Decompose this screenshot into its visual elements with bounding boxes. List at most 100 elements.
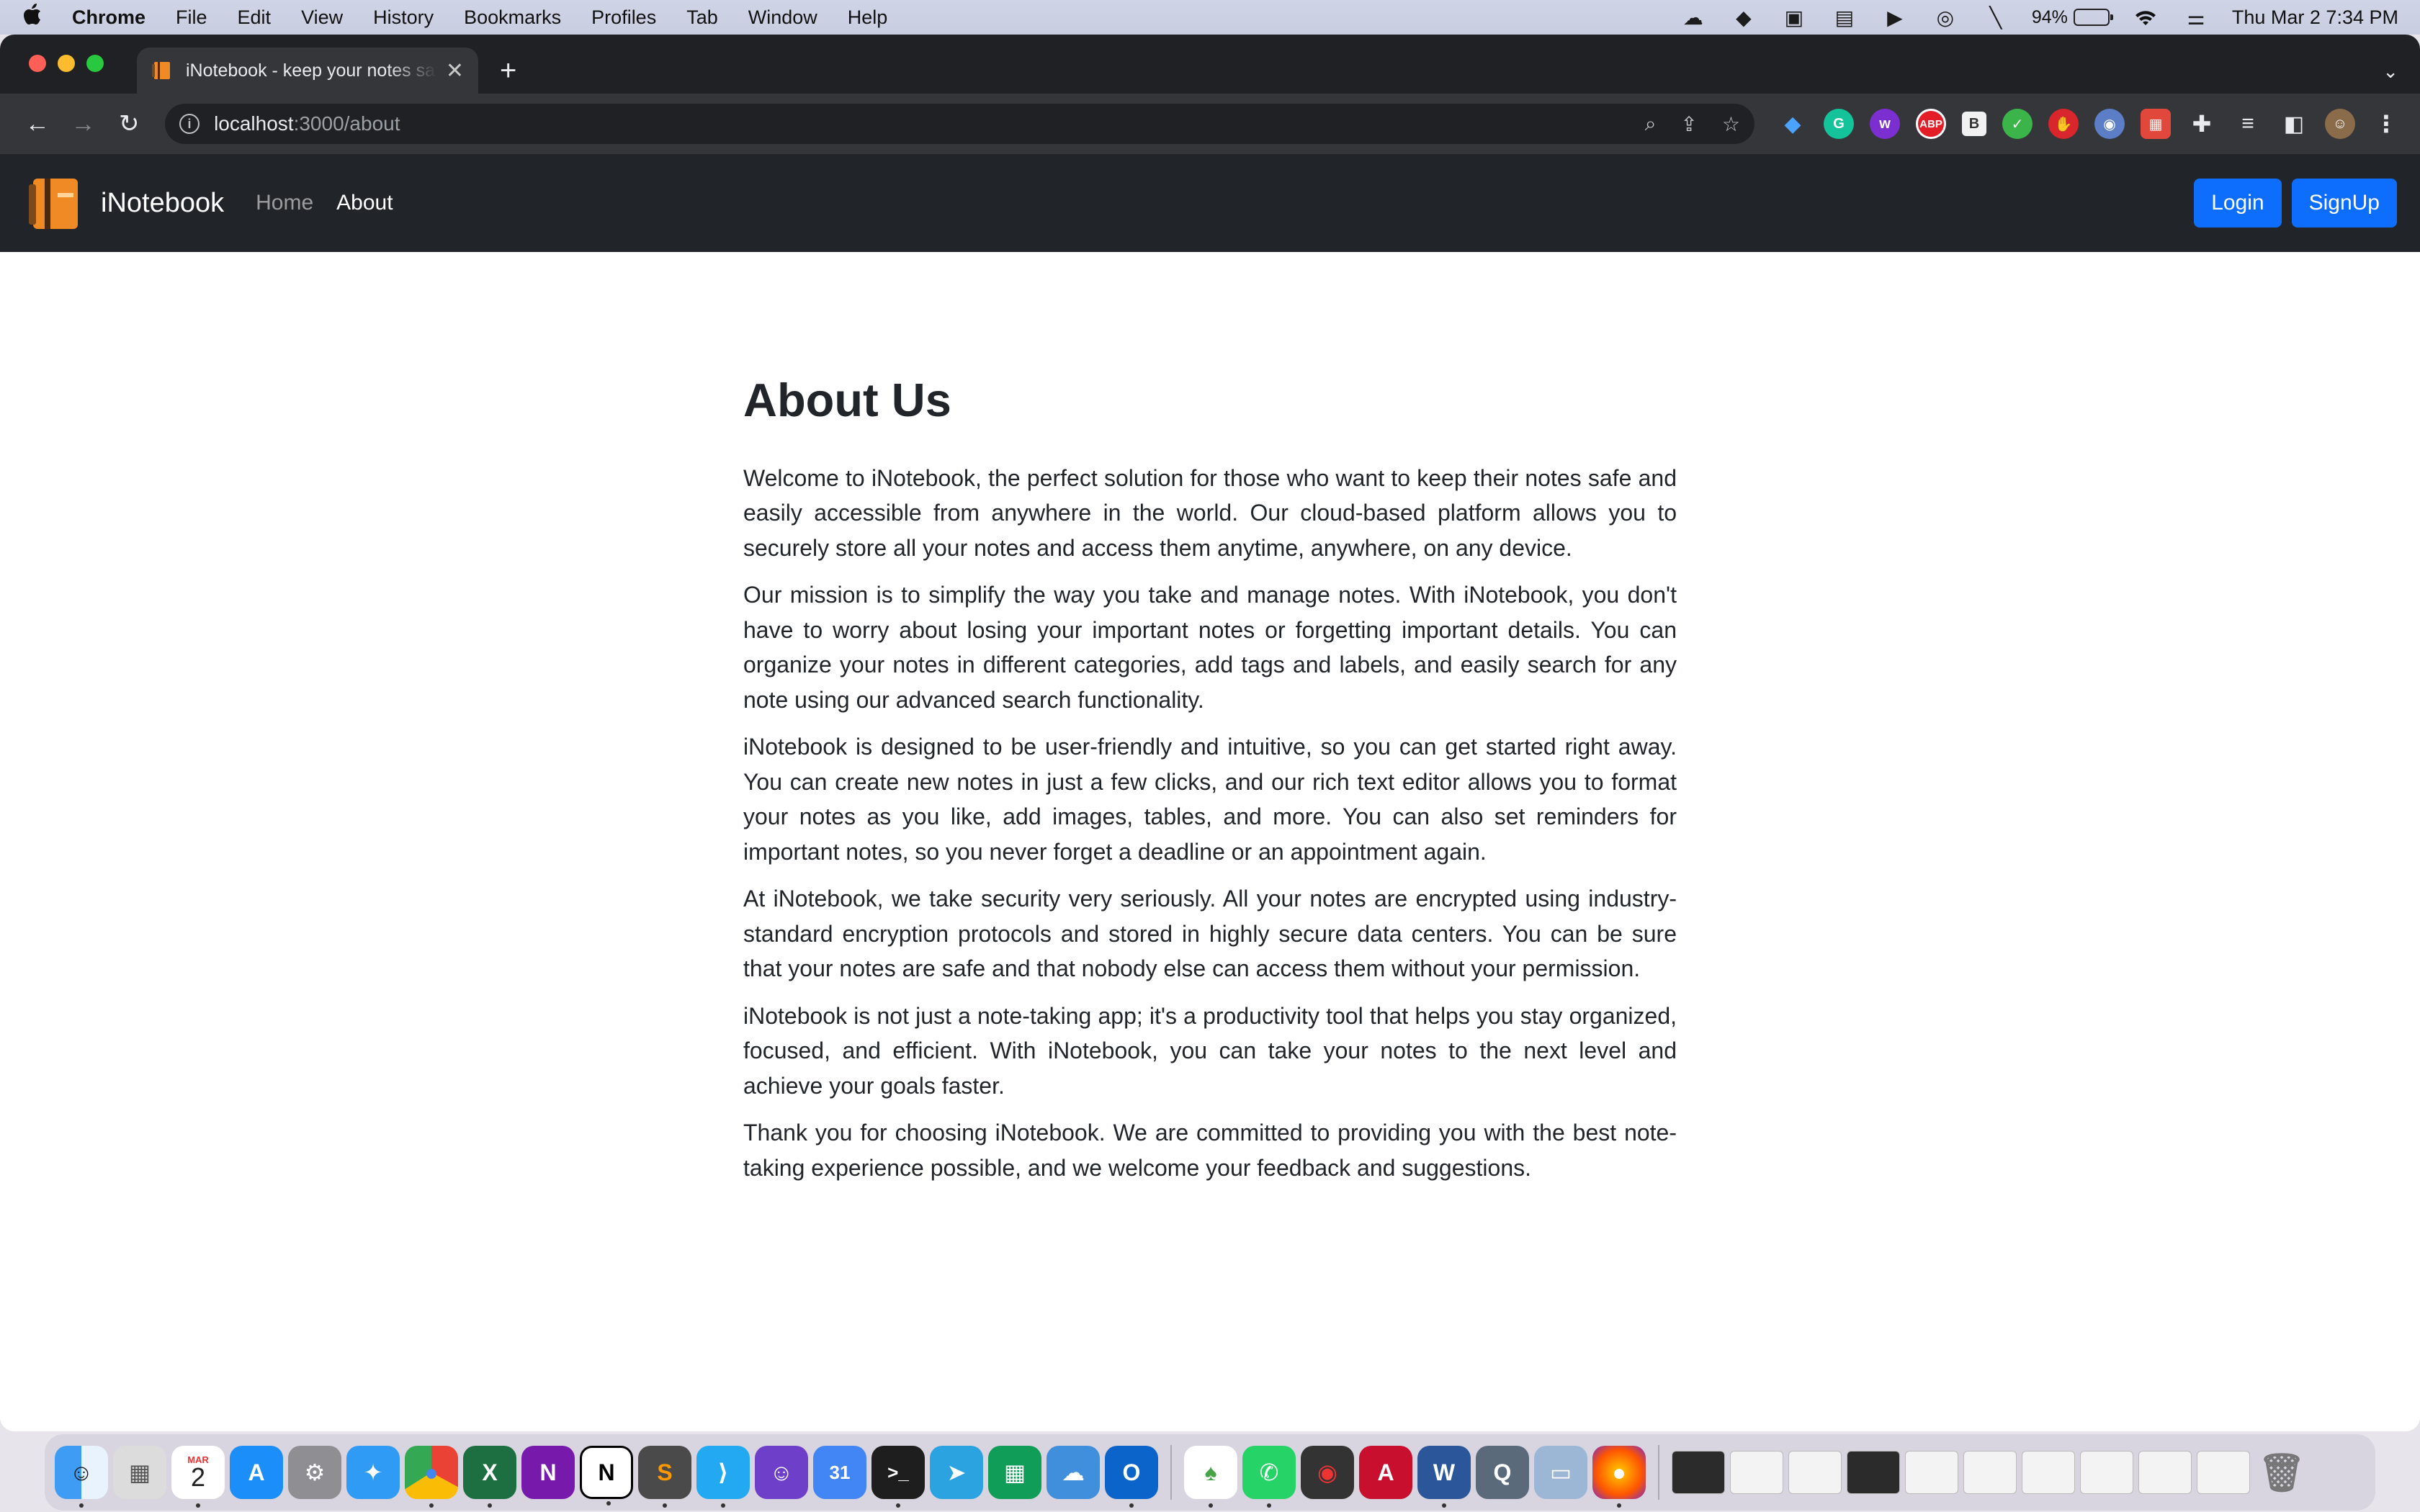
back-arrow-icon[interactable]: ← [19,110,56,138]
menu-help[interactable]: Help [848,6,888,29]
login-button[interactable]: Login [2194,179,2282,228]
tab-active[interactable]: iNotebook - keep your notes safe ✕ [137,48,478,94]
b-extension-icon[interactable]: B [1962,112,1986,136]
menu-file[interactable]: File [176,6,207,29]
menu-bookmarks[interactable]: Bookmarks [464,6,561,29]
forward-arrow-icon[interactable]: → [65,110,102,138]
zoom-window-button[interactable] [86,55,104,72]
pen-icon[interactable]: ╲ [1981,5,2010,30]
airdrop-icon[interactable]: ◎ [1931,5,1960,30]
url-path: :3000/about [293,112,400,135]
tab-close-icon[interactable]: ✕ [446,58,464,84]
zoom-magnifier-icon[interactable]: ⌕ [1645,112,1657,136]
google-sheets-icon[interactable]: ▦ [988,1446,1041,1499]
dropbox-icon[interactable]: ▤ [1830,5,1859,30]
word-icon[interactable]: W [1417,1446,1471,1508]
brand-name[interactable]: iNotebook [101,188,224,219]
nav-link-about[interactable]: About [336,191,393,215]
calendar-icon[interactable]: MAR 2 [171,1446,225,1508]
chrome-icon[interactable]: ● [405,1446,458,1508]
tab-search-chevron-icon[interactable]: ⌄ [2383,60,2398,83]
quicktime-icon[interactable]: Q [1476,1446,1529,1499]
extensions-puzzle-icon[interactable]: ✚ [2187,109,2217,139]
play-icon[interactable]: ▶ [1881,5,1909,30]
side-panel-icon[interactable]: ◧ [2279,109,2309,139]
excel-icon[interactable]: X [463,1446,516,1508]
github-desktop-icon[interactable]: ☺ [755,1446,808,1499]
minimized-window-thumbnail[interactable] [2138,1451,2192,1494]
extensions-area: ◆ G w ABP B ✓ ✋ ◉ ▦ ✚ ≡ ◧ ☺ ⋮ [1778,109,2401,139]
signup-button[interactable]: SignUp [2291,179,2397,228]
new-tab-icon[interactable]: + [500,56,516,85]
whatsapp-icon[interactable]: ✆ [1242,1446,1296,1508]
disk-utility-icon[interactable]: ◉ [1301,1446,1354,1499]
minimized-window-thumbnail[interactable] [2022,1451,2075,1494]
menubar-clock[interactable]: Thu Mar 2 7:34 PM [2232,6,2398,29]
menu-edit[interactable]: Edit [238,6,272,29]
telegram-icon[interactable]: ➤ [930,1446,983,1499]
mongodb-compass-icon[interactable]: ♠ [1184,1446,1237,1508]
bookmark-star-icon[interactable]: ☆ [1722,112,1740,136]
minimized-window-thumbnail[interactable] [1905,1451,1958,1494]
notebook-logo-icon[interactable] [29,174,86,232]
menu-app-name[interactable]: Chrome [72,6,145,29]
share-icon[interactable]: ⇪ [1680,112,1697,136]
minimized-window-thumbnail[interactable] [1672,1451,1725,1494]
minimized-window-thumbnail[interactable] [2197,1451,2250,1494]
launchpad-icon[interactable]: ▦ [113,1446,166,1499]
minimized-window-thumbnail[interactable] [2080,1451,2133,1494]
google-calendar-icon[interactable]: 31 [813,1446,866,1499]
app-store-icon[interactable]: A [230,1446,283,1499]
address-bar[interactable]: i localhost:3000/about ⌕ ⇪ ☆ [165,104,1754,144]
more-menu-icon[interactable]: ⋮ [2371,109,2401,139]
w-extension-icon[interactable]: w [1870,109,1900,139]
menu-tab[interactable]: Tab [686,6,718,29]
site-info-icon[interactable]: i [179,114,200,134]
minimize-window-button[interactable] [58,55,75,72]
hand-extension-icon[interactable]: ✋ [2048,109,2079,139]
firefox-icon[interactable]: ● [1592,1446,1646,1508]
apple-menu-icon[interactable] [22,4,43,31]
auth-buttons: Login SignUp [2194,179,2397,228]
trash-icon[interactable]: 🗑 [2255,1446,2308,1499]
finder-icon[interactable]: ☺ [55,1446,108,1508]
minimized-window-thumbnail[interactable] [1847,1451,1900,1494]
nav-link-home[interactable]: Home [256,191,313,215]
outlook-icon[interactable]: O [1105,1446,1158,1508]
weather-icon[interactable]: ☁ [1047,1446,1100,1499]
creative-cloud-icon[interactable]: ☁ [1679,5,1708,30]
preview-icon[interactable]: ▭ [1534,1446,1587,1499]
minimized-window-thumbnail[interactable] [1730,1451,1783,1494]
reload-icon[interactable]: ↻ [110,109,148,138]
menu-view[interactable]: View [301,6,343,29]
close-window-button[interactable] [29,55,46,72]
menu-window[interactable]: Window [748,6,817,29]
minimized-window-thumbnail[interactable] [1788,1451,1842,1494]
terminal-icon[interactable]: >_ [871,1446,925,1508]
adblock-extension-icon[interactable]: ABP [1916,109,1946,139]
screen-capture-icon[interactable]: ▣ [1780,5,1809,30]
vscode-icon[interactable]: ⟩ [696,1446,750,1508]
grammarly-extension-icon[interactable]: G [1824,109,1854,139]
minimized-window-thumbnail[interactable] [1963,1451,2017,1494]
battery-status[interactable]: 94% [2032,7,2113,28]
app-status-icon[interactable]: ◆ [1729,5,1758,30]
gem-extension-icon[interactable]: ◆ [1778,109,1808,139]
wifi-icon[interactable] [2131,5,2160,30]
control-center-icon[interactable]: ⚌ [2182,5,2210,30]
eye-extension-icon[interactable]: ◉ [2094,109,2125,139]
puzzle-app-extension-icon[interactable]: ▦ [2141,109,2171,139]
media-queue-icon[interactable]: ≡ [2233,109,2263,139]
url-host: localhost [214,112,294,135]
notion-icon[interactable]: N [580,1446,633,1506]
menu-history[interactable]: History [373,6,434,29]
system-settings-icon[interactable]: ⚙ [288,1446,341,1499]
menu-profiles[interactable]: Profiles [591,6,656,29]
shield-extension-icon[interactable]: ✓ [2002,109,2033,139]
acrobat-icon[interactable]: A [1359,1446,1412,1499]
onenote-icon[interactable]: N [521,1446,575,1499]
profile-avatar[interactable]: ☺ [2325,109,2355,139]
tab-title: iNotebook - keep your notes safe [186,60,437,81]
safari-icon[interactable]: ✦ [346,1446,400,1499]
sublime-text-icon[interactable]: S [638,1446,691,1508]
